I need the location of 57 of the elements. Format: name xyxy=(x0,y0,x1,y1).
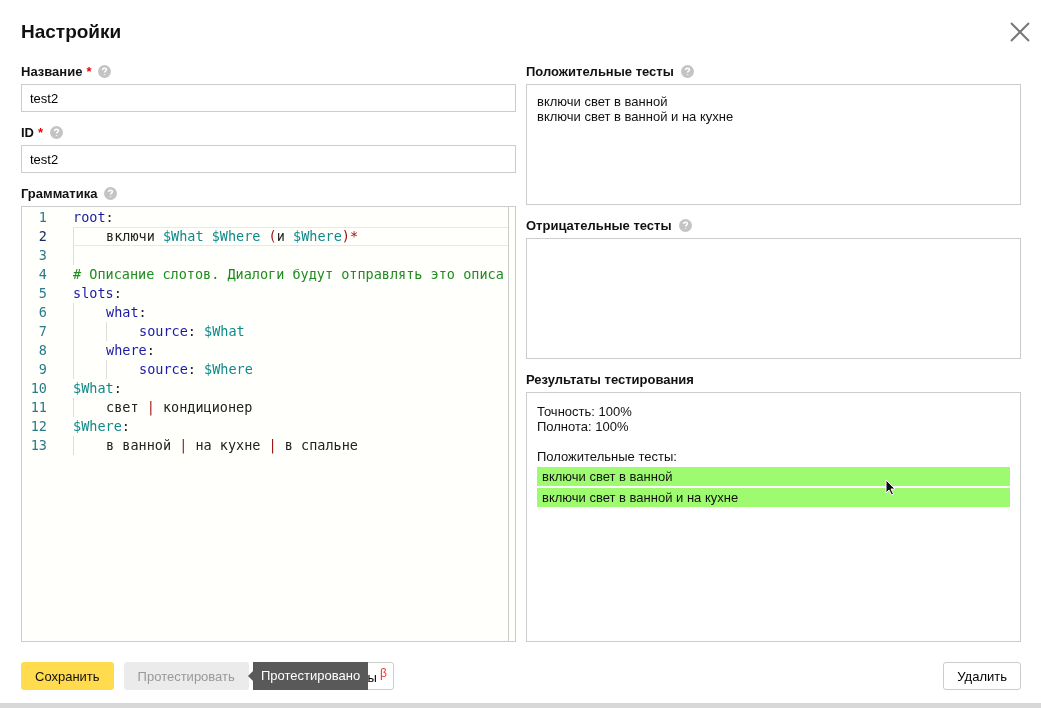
code-line: в ванной | на кухне | в спальне xyxy=(106,436,358,455)
help-icon[interactable] xyxy=(680,64,694,78)
field-label: Результаты тестирования xyxy=(526,371,694,387)
field-label: Грамматика xyxy=(21,185,98,201)
dialog-title: Настройки xyxy=(21,21,122,43)
help-icon[interactable] xyxy=(98,64,112,78)
text-area[interactable]: включи свет в ванной включи свет в ванной и на кухне xyxy=(526,84,1021,205)
field-label: Отрицательные тесты xyxy=(526,217,672,233)
line-number: 11 xyxy=(29,398,48,417)
help-icon[interactable] xyxy=(50,125,64,139)
field-label: Положительные тесты xyxy=(526,63,674,79)
field-label: Название xyxy=(21,63,83,79)
metric-text: Полнота: 100% xyxy=(537,419,630,434)
text-area[interactable] xyxy=(526,238,1021,359)
line-number: 4 xyxy=(37,265,48,284)
section-label: Положительные тесты: xyxy=(537,449,678,464)
code-editor[interactable] xyxy=(21,206,516,642)
code-line: source: $Where xyxy=(139,360,253,379)
metric-text: Точность: 100% xyxy=(537,404,633,419)
text-field[interactable]: test2 xyxy=(21,84,516,112)
line-number: 5 xyxy=(37,284,48,303)
line-number: 10 xyxy=(29,379,48,398)
close-icon[interactable] xyxy=(1010,22,1030,42)
line-number: 3 xyxy=(37,246,48,265)
test-result: включи свет в ванной и на кухне xyxy=(537,488,1010,507)
tooltip-pointer-icon xyxy=(248,671,253,681)
required-mark: * xyxy=(86,63,92,79)
code-line: source: $What xyxy=(139,322,245,341)
line-number: 6 xyxy=(37,303,48,322)
text-field[interactable]: test2 xyxy=(21,145,516,173)
test-phrase: включи свет в ванной и на кухне xyxy=(537,109,735,124)
line-number: 12 xyxy=(29,417,48,436)
line-number: 13 xyxy=(29,436,48,455)
code-line: root: xyxy=(73,208,114,227)
test-phrase: включи свет в ванной xyxy=(537,94,669,109)
line-number: 1 xyxy=(37,208,48,227)
test-result: включи свет в ванной xyxy=(537,467,1010,486)
line-number: 2 xyxy=(37,227,48,246)
help-icon[interactable] xyxy=(678,218,692,232)
field-label: ID xyxy=(21,124,34,140)
line-number: 8 xyxy=(37,341,48,360)
code-line: $Where: xyxy=(73,417,130,436)
line-number: 9 xyxy=(37,360,48,379)
save-button[interactable]: Сохранить xyxy=(21,662,114,690)
code-line: включи $What $Where (и $Where)* xyxy=(106,228,359,245)
code-line: slots: xyxy=(73,284,122,303)
delete-button[interactable]: Удалить xyxy=(943,662,1021,690)
line-number: 7 xyxy=(37,322,48,341)
code-line: $What: xyxy=(73,379,122,398)
code-line: свет | кондиционер xyxy=(106,398,253,417)
help-icon[interactable] xyxy=(104,186,118,200)
code-line: where: xyxy=(106,341,155,360)
mouse-cursor-icon xyxy=(885,479,896,496)
code-line: # Описание слотов. Диалоги будут отправлять это описа xyxy=(73,265,504,284)
tooltip: Протестировано xyxy=(253,662,369,690)
required-mark: * xyxy=(38,124,44,140)
code-line: what: xyxy=(106,303,147,322)
